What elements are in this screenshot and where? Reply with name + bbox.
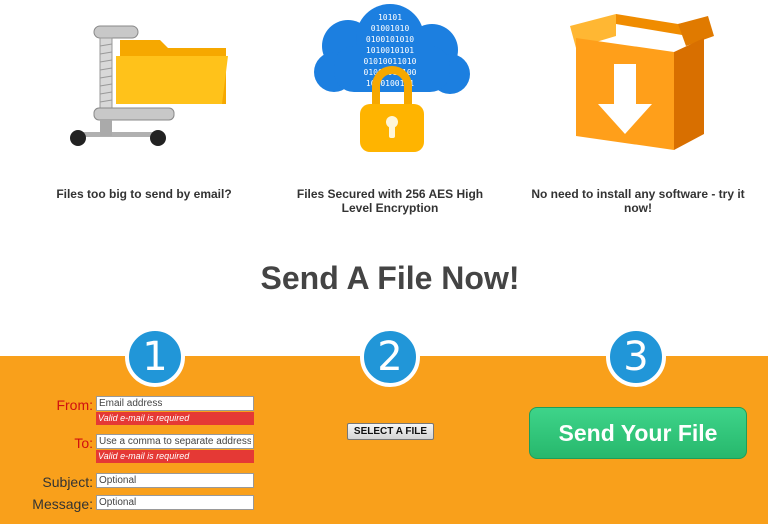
download-box-icon xyxy=(570,14,714,150)
subject-label: Subject: xyxy=(42,474,93,490)
send-file-button[interactable]: Send Your File xyxy=(529,407,747,459)
subject-field[interactable] xyxy=(96,473,254,488)
step-number: 3 xyxy=(606,327,666,387)
step-number: 1 xyxy=(125,327,185,387)
feature-caption: Files Secured with 256 AES High Level En… xyxy=(296,187,484,215)
feature-caption: Files too big to send by email? xyxy=(56,187,232,201)
cloud-lock-icon: 10101 01001010 0100101010 1010010101 010… xyxy=(314,4,470,152)
feature-caption: No need to install any software - try it… xyxy=(531,187,745,215)
binary-line: 10101 xyxy=(378,13,402,22)
binary-line: 1010010101 xyxy=(366,46,414,55)
message-field[interactable] xyxy=(96,495,254,510)
page-title: Send A File Now! xyxy=(260,260,520,296)
select-file-button[interactable]: SELECT A FILE xyxy=(347,423,434,440)
from-error: Valid e-mail is required xyxy=(96,412,254,425)
binary-line: 01010011010 xyxy=(364,57,417,66)
to-label: To: xyxy=(74,435,93,451)
binary-line: 01001010 xyxy=(371,24,410,33)
step-number: 2 xyxy=(360,327,420,387)
from-label: From: xyxy=(56,397,93,413)
binary-line: 0100101010 xyxy=(366,35,414,44)
to-email-field[interactable] xyxy=(96,434,254,449)
file-compress-icon xyxy=(70,25,228,146)
message-label: Message: xyxy=(32,496,93,512)
page: Files too big to send by email? 10101 01… xyxy=(0,0,768,524)
from-email-field[interactable] xyxy=(96,396,254,411)
to-error: Valid e-mail is required xyxy=(96,450,254,463)
